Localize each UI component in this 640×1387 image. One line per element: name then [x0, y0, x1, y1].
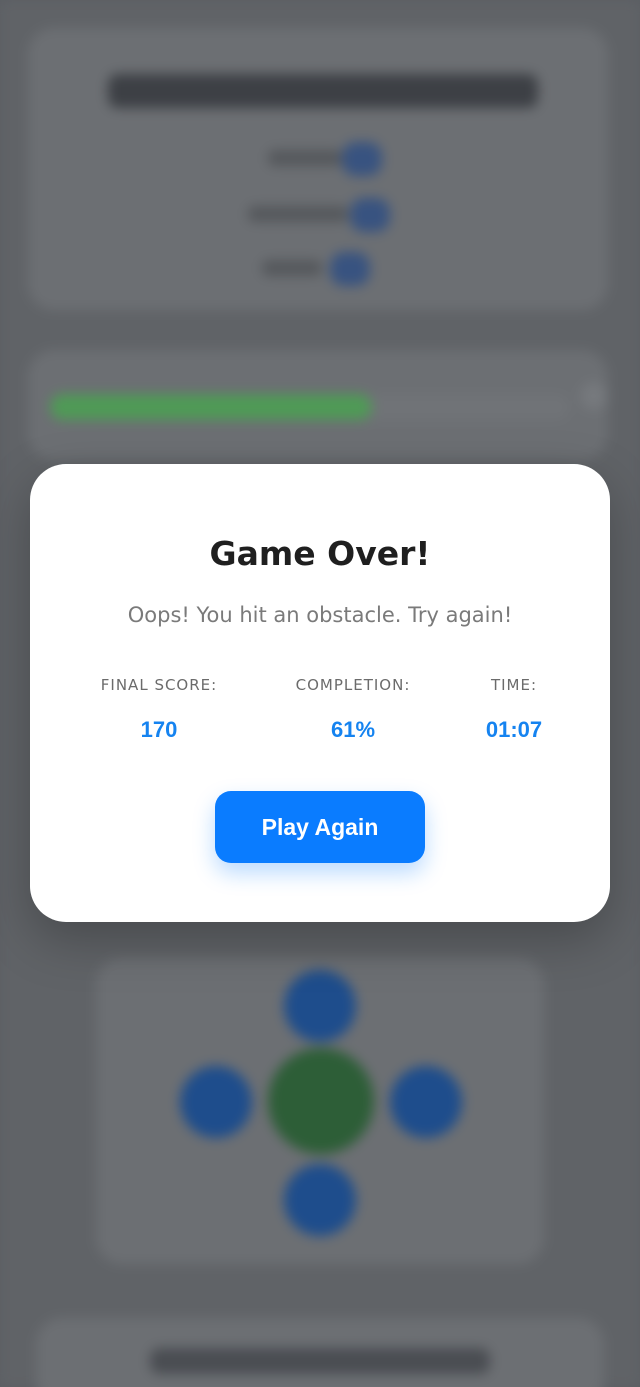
dpad-up-button	[284, 970, 356, 1042]
stat-label-placeholder	[262, 260, 322, 276]
modal-title: Game Over!	[209, 534, 431, 573]
game-title-placeholder	[108, 74, 538, 108]
bottom-text-placeholder	[150, 1348, 490, 1374]
dpad-right-button	[390, 1066, 462, 1138]
dpad-left-button	[180, 1066, 252, 1138]
final-score-label: FINAL SCORE:	[100, 676, 218, 694]
stat-value-placeholder	[330, 252, 370, 286]
dpad-center-button	[268, 1048, 374, 1154]
stat-value-placeholder	[350, 198, 390, 232]
stats-row: FINAL SCORE: 170 COMPLETION: 61% TIME: 0…	[30, 674, 610, 754]
time-label: TIME:	[490, 676, 538, 694]
time-stat: TIME: 01:07	[414, 674, 614, 745]
pause-icon	[580, 382, 608, 410]
time-value: 01:07	[485, 717, 543, 742]
stat-label-placeholder	[268, 150, 342, 166]
dpad-down-button	[284, 1164, 356, 1236]
game-over-modal: Game Over! Oops! You hit an obstacle. Tr…	[30, 464, 610, 922]
play-again-button[interactable]: Play Again	[215, 791, 425, 863]
final-score-stat: FINAL SCORE: 170	[59, 674, 259, 745]
modal-message: Oops! You hit an obstacle. Try again!	[127, 603, 513, 627]
stat-value-placeholder	[342, 142, 382, 176]
progress-fill	[50, 394, 372, 420]
stat-label-placeholder	[248, 206, 348, 222]
final-score-value: 170	[140, 717, 178, 742]
